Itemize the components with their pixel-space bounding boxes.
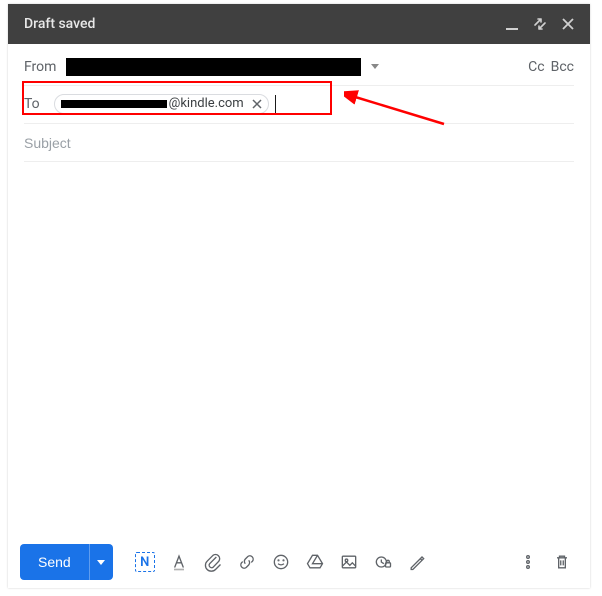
subject-input[interactable] — [24, 125, 574, 161]
signature-icon[interactable] — [401, 546, 433, 578]
send-button-group: Send — [20, 544, 113, 580]
attach-icon[interactable] — [197, 546, 229, 578]
message-body[interactable] — [8, 162, 590, 536]
window-title: Draft saved — [24, 16, 498, 32]
emoji-icon[interactable] — [265, 546, 297, 578]
compose-window: Draft saved From Cc Bcc To @kindle.com — [8, 4, 590, 588]
fullscreen-icon[interactable] — [526, 10, 554, 38]
n-icon: N — [135, 552, 155, 572]
from-label: From — [24, 59, 66, 75]
confidential-mode-icon[interactable] — [367, 546, 399, 578]
minimize-icon[interactable] — [498, 10, 526, 38]
send-button[interactable]: Send — [20, 544, 89, 580]
cc-button[interactable]: Cc — [528, 59, 544, 75]
close-icon[interactable] — [554, 10, 582, 38]
recipient-domain: @kindle.com — [169, 96, 244, 111]
titlebar: Draft saved — [8, 4, 590, 44]
bcc-button[interactable]: Bcc — [551, 59, 574, 75]
from-row[interactable]: From Cc Bcc — [24, 48, 574, 86]
text-cursor — [275, 95, 276, 113]
chevron-down-icon[interactable] — [371, 64, 379, 69]
subject-row[interactable] — [24, 124, 574, 162]
caret-down-icon — [97, 560, 105, 565]
header-fields: From Cc Bcc To @kindle.com — [8, 44, 590, 162]
recipient-chip[interactable]: @kindle.com — [54, 94, 269, 114]
link-icon[interactable] — [231, 546, 263, 578]
compose-extension-icon[interactable]: N — [129, 546, 161, 578]
to-label: To — [24, 96, 50, 112]
compose-toolbar: Send N — [8, 536, 590, 588]
drive-icon[interactable] — [299, 546, 331, 578]
from-address-redacted — [66, 58, 361, 76]
discard-draft-icon[interactable] — [546, 546, 578, 578]
formatting-icon[interactable] — [163, 546, 195, 578]
remove-recipient-icon[interactable] — [250, 97, 264, 111]
more-options-icon[interactable] — [512, 546, 544, 578]
insert-photo-icon[interactable] — [333, 546, 365, 578]
send-options-button[interactable] — [89, 544, 113, 580]
cc-bcc-controls: Cc Bcc — [528, 59, 574, 75]
to-row[interactable]: To @kindle.com — [24, 86, 574, 124]
recipient-redacted — [61, 100, 167, 108]
